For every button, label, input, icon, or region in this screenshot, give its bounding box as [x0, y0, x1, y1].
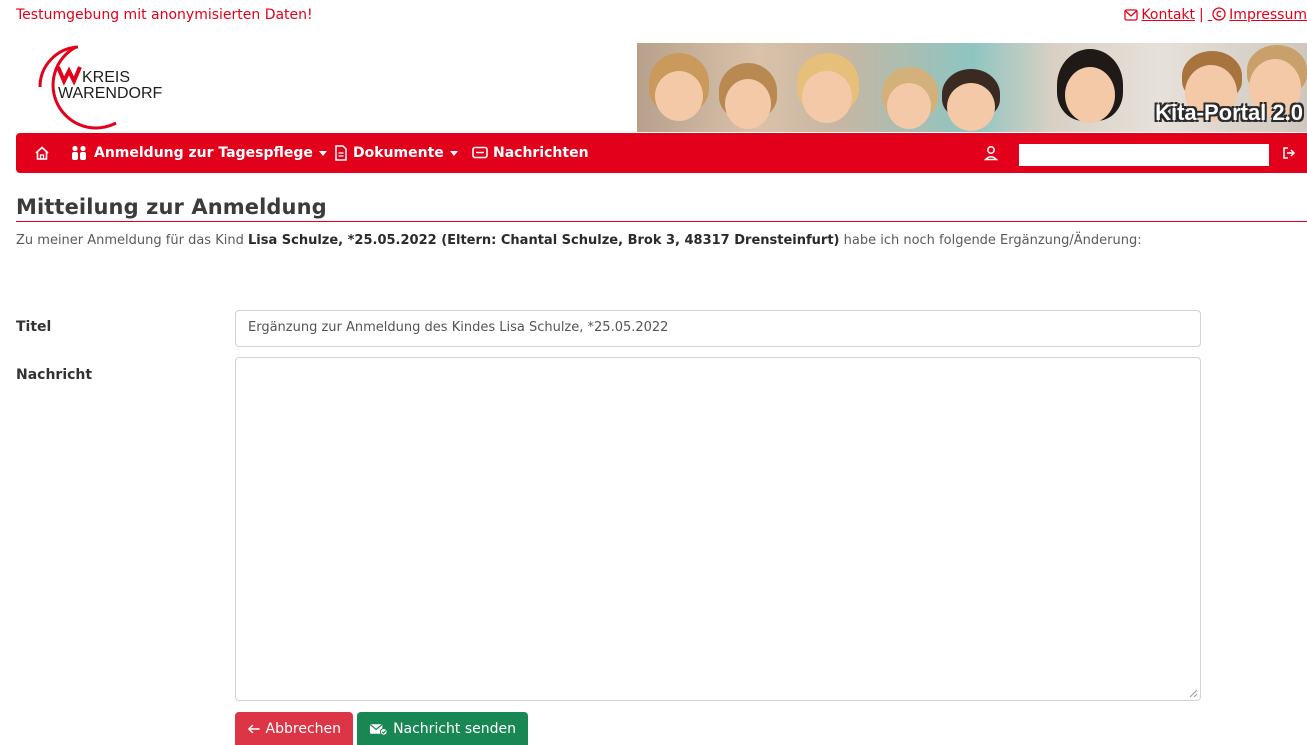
nav-nachrichten[interactable]: Nachrichten: [472, 133, 589, 173]
logo-line-2: WARENDORF: [58, 85, 163, 102]
title-divider: [16, 221, 1307, 222]
arrow-left-icon: [247, 724, 260, 733]
message-icon: [472, 146, 488, 159]
link-separator: |: [1199, 7, 1204, 23]
logout-button[interactable]: [1282, 133, 1301, 173]
nav-anmeldung-dropdown[interactable]: Anmeldung zur Tagespflege: [69, 133, 327, 173]
nachricht-textarea[interactable]: [235, 357, 1201, 701]
intro-text: Zu meiner Anmeldung für das Kind Lisa Sc…: [16, 233, 1142, 248]
send-button[interactable]: Nachricht senden: [357, 712, 528, 745]
logo-text: KREIS WARENDORF: [58, 70, 162, 102]
kontakt-link[interactable]: Kontakt: [1124, 7, 1195, 23]
cancel-button[interactable]: Abbrechen: [235, 712, 353, 745]
send-label: Nachricht senden: [393, 720, 516, 737]
impressum-label: Impressum: [1229, 7, 1307, 23]
top-links: Kontakt | Impressum: [1124, 7, 1307, 23]
resize-handle-icon[interactable]: [1188, 688, 1198, 698]
user-menu[interactable]: [984, 133, 1003, 173]
titel-input[interactable]: Ergänzung zur Anmeldung des Kindes Lisa …: [235, 310, 1201, 347]
nav-dokumente-label: Dokumente: [353, 145, 444, 161]
intro-suffix: habe ich noch folgende Ergänzung/Änderun…: [839, 233, 1142, 248]
nachricht-label: Nachricht: [16, 367, 93, 383]
user-icon: [984, 146, 998, 161]
titel-label: Titel: [16, 319, 52, 335]
send-mail-icon: [369, 723, 388, 736]
chevron-down-icon: [318, 150, 327, 156]
impressum-link[interactable]: Impressum: [1208, 7, 1307, 23]
copyright-icon: [1212, 7, 1226, 21]
user-name-field[interactable]: [1019, 144, 1269, 166]
kreis-warendorf-logo[interactable]: KREIS WARENDORF: [38, 45, 178, 130]
top-line: Testumgebung mit anonymisierten Daten! K…: [0, 0, 1307, 34]
intro-prefix: Zu meiner Anmeldung für das Kind: [16, 233, 248, 248]
page-title: Mitteilung zur Anmeldung: [16, 195, 327, 219]
logo-line-1: KREIS: [82, 69, 131, 86]
child-info: Lisa Schulze, *25.05.2022 (Eltern: Chant…: [247, 233, 840, 248]
mail-icon: [1124, 9, 1139, 21]
kontakt-label: Kontakt: [1141, 7, 1195, 23]
nav-nachrichten-label: Nachrichten: [493, 145, 589, 161]
document-icon: [335, 145, 347, 161]
nav-home[interactable]: [34, 133, 55, 173]
kita-portal-title: Kita-Portal 2.0: [1155, 100, 1303, 125]
test-environment-notice: Testumgebung mit anonymisierten Daten!: [16, 7, 313, 23]
nav-anmeldung-label: Anmeldung zur Tagespflege: [94, 145, 313, 161]
header-banner-image: Kita-Portal 2.0: [637, 43, 1307, 132]
nav-dokumente-dropdown[interactable]: Dokumente: [334, 133, 458, 173]
logout-icon: [1283, 147, 1296, 159]
users-icon: [72, 145, 86, 160]
cancel-label: Abbrechen: [265, 720, 341, 737]
main-navbar: Anmeldung zur Tagespflege Dokumente Nach…: [16, 133, 1307, 173]
home-icon: [35, 146, 49, 160]
chevron-down-icon: [449, 150, 458, 156]
